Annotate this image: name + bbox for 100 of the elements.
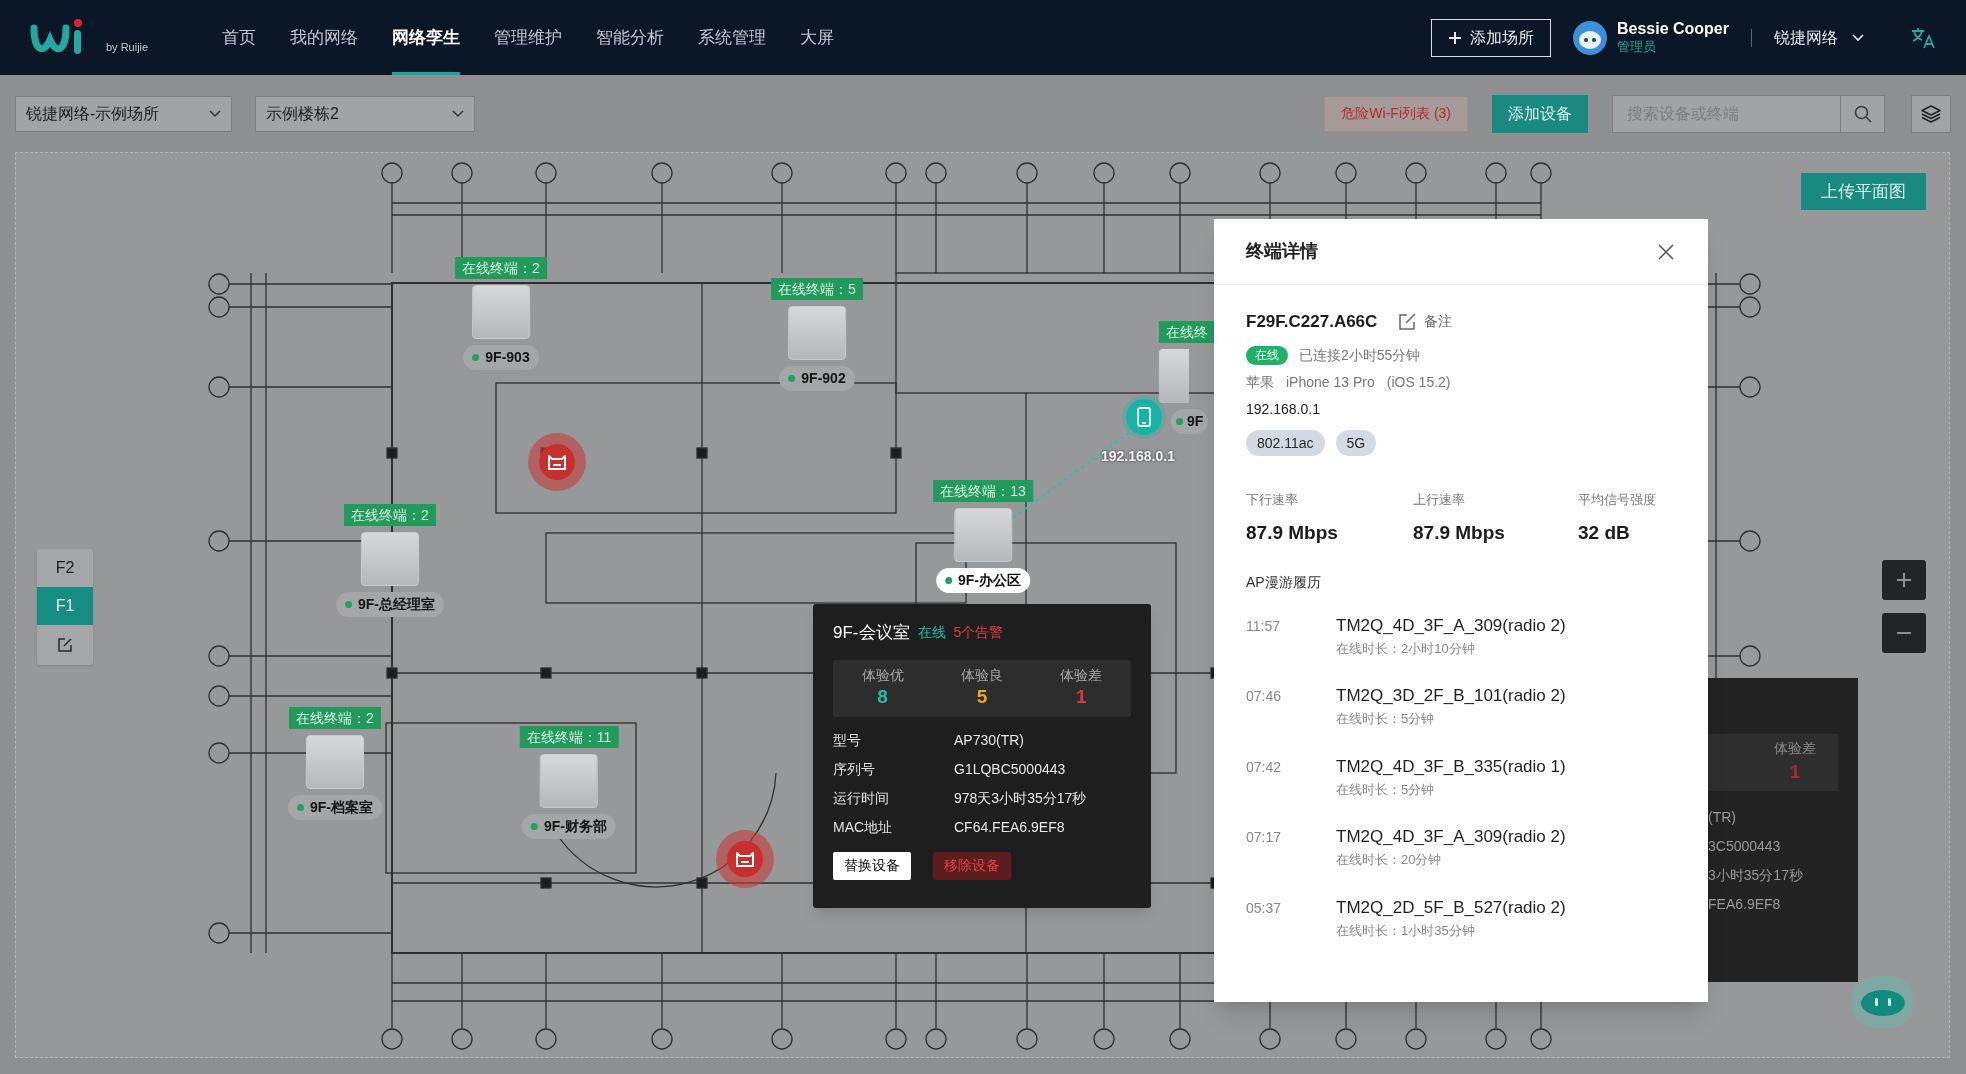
- stat-value: 87.9 Mbps: [1413, 521, 1506, 545]
- user-role: 管理员: [1616, 39, 1657, 56]
- status-text: 在线: [917, 623, 946, 643]
- add-device-button[interactable]: 添加设备: [1492, 94, 1588, 133]
- ip-address: 192.168.0.1: [1246, 399, 1321, 419]
- online-duration: 在线时长：1小时35分钟: [1336, 921, 1476, 940]
- ap-name: 9F-902: [801, 369, 846, 388]
- ap-name: 9F-总经理室: [358, 595, 435, 614]
- phone-icon[interactable]: [1126, 399, 1162, 435]
- plus-icon: [1895, 571, 1913, 589]
- roaming-time: 07:42: [1246, 757, 1283, 777]
- experience-count: 1: [1076, 684, 1087, 709]
- user-name: Bessie Cooper: [1616, 19, 1729, 40]
- minus-icon: [1895, 631, 1913, 635]
- assistant-robot-icon[interactable]: [1852, 976, 1914, 1028]
- nav-tab[interactable]: 大屏: [800, 0, 834, 75]
- org-dropdown[interactable]: 锐捷网络: [1774, 25, 1864, 50]
- online-terminal-badge: 在线终端：2: [455, 257, 547, 279]
- roaming-time: 07:17: [1246, 828, 1283, 847]
- building-select[interactable]: 示例楼栋2: [255, 95, 475, 132]
- nav-tab[interactable]: 智能分析: [596, 0, 664, 75]
- floor-tab[interactable]: F1: [37, 587, 93, 625]
- online-duration: 在线时长：2小时10分钟: [1336, 639, 1476, 658]
- ap-name-label[interactable]: 9F: [1171, 409, 1209, 434]
- section-title: AP漫游履历: [1246, 572, 1322, 592]
- ap-name: TM2Q_4D_3F_B_335(radio 1): [1336, 755, 1566, 778]
- stat-value: 87.9 Mbps: [1246, 521, 1339, 545]
- ap-name-label[interactable]: 9F-办公区: [936, 568, 1030, 593]
- field-label: MAC地址: [833, 817, 894, 837]
- plus-icon: [1447, 30, 1462, 45]
- search-button[interactable]: [1841, 94, 1885, 133]
- device-action-button[interactable]: 替换设备: [833, 851, 911, 880]
- site-select[interactable]: 锐捷网络-示例场所: [15, 95, 232, 132]
- ap-name: TM2Q_4D_3F_A_309(radio 2): [1336, 614, 1566, 637]
- terminal-ip-label: 192.168.0.1: [1101, 447, 1175, 466]
- field-value: AP730(TR): [954, 730, 1025, 750]
- ap-name: 9F-财务部: [544, 817, 607, 836]
- experience-label: 体验良: [961, 667, 1003, 685]
- remark-button[interactable]: 备注: [1399, 311, 1453, 333]
- online-terminal-badge: 在线终: [1159, 321, 1215, 343]
- protocol-tag: 802.11ac: [1246, 429, 1325, 456]
- online-duration: 在线时长：20分钟: [1336, 851, 1443, 869]
- mac-address: F29F.C227.A66C: [1246, 311, 1378, 333]
- field-value: (TR): [1708, 808, 1737, 827]
- roaming-time: 05:37: [1246, 898, 1283, 918]
- online-terminal-badge: 在线终端：2: [289, 707, 381, 729]
- online-terminal-badge: 在线终端：13: [933, 480, 1033, 502]
- online-duration: 在线时长：5分钟: [1336, 780, 1436, 799]
- zoom-out-button[interactable]: [1882, 613, 1926, 653]
- close-button[interactable]: [1656, 241, 1676, 262]
- online-terminal-badge: 在线终端：2: [344, 504, 436, 526]
- roaming-time: 07:46: [1246, 687, 1283, 706]
- experience-count: 5: [976, 684, 988, 709]
- ap-name-label[interactable]: 9F-总经理室: [336, 592, 444, 617]
- device-model: iPhone 13 Pro: [1286, 372, 1375, 392]
- experience-label: 体验优: [861, 667, 904, 685]
- translate-icon[interactable]: [1910, 25, 1936, 50]
- avatar-icon: [1572, 20, 1607, 55]
- field-value: FEA6.9EF8: [1708, 895, 1782, 914]
- ap-name: 9F: [1187, 412, 1204, 431]
- experience-count: 8: [877, 684, 888, 709]
- device-os: (iOS 15.2): [1386, 372, 1451, 392]
- experience-label: 体验差: [1774, 739, 1816, 758]
- ap-name: TM2Q_2D_5F_B_527(radio 2): [1336, 896, 1566, 919]
- chevron-down-icon: [209, 109, 221, 118]
- ap-name: TM2Q_4D_3F_A_309(radio 2): [1336, 826, 1566, 848]
- field-value: 978天3小时35分17秒: [954, 788, 1087, 808]
- roaming-time: 11:57: [1246, 616, 1281, 636]
- stat-label: 下行速率: [1246, 490, 1299, 509]
- nav-tab[interactable]: 首页: [222, 0, 256, 75]
- field-value: 3C5000443: [1708, 837, 1782, 856]
- ap-name-label[interactable]: 9F-903: [463, 345, 539, 370]
- nav-tab[interactable]: 我的网络: [290, 0, 358, 75]
- field-label: 型号: [833, 730, 862, 750]
- upload-floor-plan-button[interactable]: 上传平面图: [1801, 173, 1926, 210]
- online-terminal-badge: 在线终端：11: [519, 726, 619, 748]
- field-label: 序列号: [833, 759, 876, 779]
- add-site-button[interactable]: 添加场所: [1430, 18, 1551, 57]
- device-vendor: 苹果: [1246, 372, 1274, 392]
- nav-tab[interactable]: 系统管理: [698, 0, 766, 75]
- ap-name: 9F-办公区: [958, 571, 1021, 590]
- close-icon: [1658, 243, 1674, 260]
- ap-name-label[interactable]: 9F-档案室: [288, 795, 382, 820]
- ap-name-label[interactable]: 9F-财务部: [522, 814, 616, 839]
- search-icon: [1853, 104, 1872, 123]
- layers-button[interactable]: [1911, 94, 1951, 133]
- floor-tab[interactable]: F2: [37, 549, 93, 587]
- online-terminal-badge: 在线终端：5: [771, 278, 863, 300]
- experience-count: 1: [1790, 761, 1801, 784]
- nav-tab[interactable]: 管理维护: [494, 0, 562, 75]
- ap-name: 9F-档案室: [310, 798, 373, 817]
- stat-label: 平均信号强度: [1578, 490, 1657, 509]
- device-name: 9F-会议室: [833, 622, 910, 644]
- chevron-down-icon: [1852, 33, 1864, 42]
- stat-value: 32 dB: [1578, 521, 1631, 545]
- edit-icon: [57, 637, 73, 653]
- zoom-in-button[interactable]: [1882, 560, 1926, 600]
- nav-tab[interactable]: 网络孪生: [392, 0, 460, 75]
- ap-name-label[interactable]: 9F-902: [779, 366, 855, 391]
- alarm-robot-icon[interactable]: [716, 830, 774, 888]
